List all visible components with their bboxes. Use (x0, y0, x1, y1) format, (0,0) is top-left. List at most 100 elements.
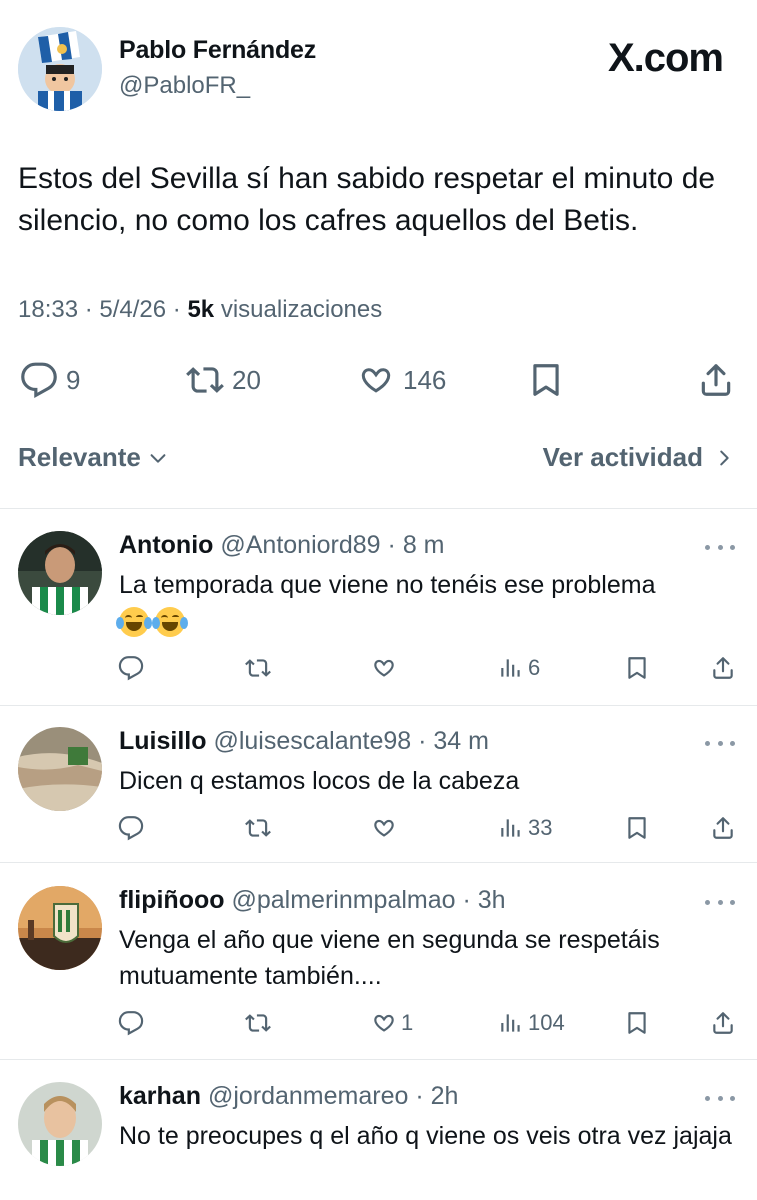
reply-header: flipiñooo @palmerinmpalmao · 3h (119, 886, 506, 915)
share-button[interactable] (710, 811, 736, 845)
author-avatar[interactable] (18, 27, 102, 111)
post-time[interactable]: 18:33 (18, 296, 78, 323)
reply-button[interactable] (118, 811, 144, 845)
views-button[interactable]: 104 (498, 1006, 565, 1040)
share-button[interactable] (710, 651, 736, 685)
reply-time[interactable]: 8 m (403, 531, 445, 559)
share-button[interactable] (697, 356, 735, 404)
reply-author-handle[interactable]: @palmerinmpalmao (231, 886, 455, 914)
like-button[interactable] (371, 811, 401, 845)
share-button[interactable] (710, 1006, 736, 1040)
reply-text: No te preocupes q el año q viene os veis… (119, 1122, 732, 1150)
bookmark-icon (533, 364, 559, 396)
more-icon[interactable] (705, 733, 735, 753)
reply-views-count: 104 (528, 1010, 565, 1035)
reply-author-name[interactable]: karhan (119, 1082, 201, 1110)
reply-avatar[interactable] (18, 727, 102, 811)
bookmark-button[interactable] (527, 356, 565, 404)
chevron-right-icon (720, 450, 729, 465)
more-icon[interactable] (705, 537, 735, 557)
reply-item[interactable]: flipiñooo @palmerinmpalmao · 3h Venga el… (0, 886, 757, 1056)
reply-item[interactable]: karhan @jordanmemareo · 2h No te preocup… (0, 1082, 757, 1200)
views-count: 5k (187, 296, 215, 323)
author-handle[interactable]: @PabloFR_ (119, 72, 250, 100)
bookmark-icon (628, 1012, 646, 1034)
heart-icon (361, 368, 391, 393)
divider (0, 862, 757, 863)
reply-views-count: 33 (528, 815, 553, 840)
reply-item[interactable]: Luisillo @luisescalante98 · 34 m Dicen q… (0, 727, 757, 857)
reply-avatar[interactable] (18, 886, 102, 970)
reply-avatar-image (18, 727, 102, 811)
reply-author-name[interactable]: Luisillo (119, 727, 207, 755)
reply-item[interactable]: Antonio @Antoniord89 · 8 m La temporada … (0, 531, 757, 701)
brand-logo: X.com (607, 36, 724, 80)
views-button[interactable]: 33 (498, 811, 552, 845)
meta-separator: · (166, 296, 188, 323)
tears-of-joy-emoji-icon (152, 607, 188, 638)
heart-icon (374, 1014, 394, 1032)
reply-button[interactable]: 9 (20, 356, 80, 404)
reply-text: La temporada que viene no tenéis ese pro… (116, 567, 744, 639)
bookmark-button[interactable] (624, 651, 650, 685)
like-button[interactable]: 146 (357, 356, 446, 404)
reply-author-handle[interactable]: @Antoniord89 (220, 531, 380, 559)
reply-author-handle[interactable]: @luisescalante98 (213, 727, 411, 755)
post-meta: 18:33 · 5/4/26 · 5k visualizaciones (18, 296, 382, 324)
sort-label: Relevante (18, 442, 141, 472)
reply-avatar-image (18, 886, 102, 970)
reply-icon (21, 362, 57, 399)
view-activity-label: Ver actividad (542, 442, 703, 472)
bookmark-button[interactable] (624, 1006, 650, 1040)
view-activity-link[interactable]: Ver actividad (543, 442, 735, 473)
divider (0, 1059, 757, 1060)
divider (0, 705, 757, 706)
views-icon (501, 1014, 520, 1032)
reply-avatar[interactable] (18, 531, 102, 615)
reply-actions: 1 104 (0, 1006, 757, 1042)
repost-button[interactable] (245, 1006, 271, 1040)
reply-button[interactable] (118, 1006, 144, 1040)
reply-text: Venga el año que viene en segunda se res… (119, 926, 660, 990)
reply-author-name[interactable]: flipiñooo (119, 886, 225, 914)
repost-button[interactable] (245, 811, 271, 845)
repost-icon (186, 367, 224, 393)
bookmark-button[interactable] (624, 811, 650, 845)
repost-button[interactable] (245, 651, 271, 685)
share-icon (701, 364, 731, 396)
more-icon[interactable] (705, 892, 735, 912)
reply-count: 9 (66, 364, 81, 395)
reply-icon (118, 656, 144, 681)
post-date[interactable]: 5/4/26 (99, 296, 166, 323)
reply-like-count: 1 (401, 1010, 414, 1035)
reply-actions: 33 (0, 811, 757, 847)
repost-button[interactable]: 20 (186, 356, 261, 404)
post-header: Pablo Fernández @PabloFR_ X.com (0, 0, 757, 130)
reply-author-name[interactable]: Antonio (119, 531, 213, 559)
more-icon[interactable] (705, 1088, 735, 1108)
reply-dot: · (380, 531, 403, 559)
reply-text-content: La temporada que viene no tenéis ese pro… (119, 571, 656, 599)
heart-icon (374, 659, 394, 677)
like-button[interactable]: 1 (371, 1006, 413, 1040)
reply-dot: · (411, 727, 434, 755)
reply-avatar[interactable] (18, 1082, 102, 1166)
like-count: 146 (403, 364, 447, 395)
bookmark-icon (628, 817, 646, 839)
reply-dot: · (408, 1082, 431, 1110)
sort-dropdown[interactable]: Relevante (18, 442, 169, 473)
reply-time[interactable]: 34 m (433, 727, 489, 755)
heart-icon (374, 819, 394, 837)
repost-icon (245, 819, 271, 837)
share-icon (713, 817, 733, 839)
author-name[interactable]: Pablo Fernández (119, 36, 316, 65)
views-icon (501, 659, 520, 677)
reply-author-handle[interactable]: @jordanmemareo (208, 1082, 408, 1110)
reply-icon (118, 1011, 144, 1036)
reply-dot: · (455, 886, 478, 914)
reply-button[interactable] (118, 651, 144, 685)
reply-time[interactable]: 3h (478, 886, 506, 914)
views-button[interactable]: 6 (498, 651, 540, 685)
like-button[interactable] (371, 651, 401, 685)
reply-time[interactable]: 2h (431, 1082, 459, 1110)
